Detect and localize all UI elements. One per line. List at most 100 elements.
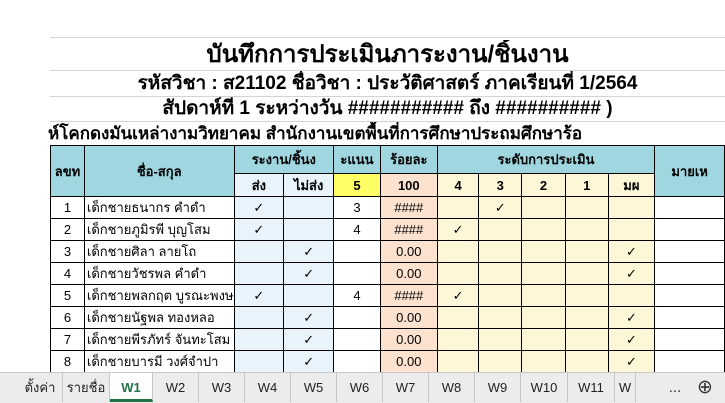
cell-no[interactable]: 7 — [50, 328, 85, 351]
cell-level-1[interactable] — [564, 218, 609, 241]
cell-percent[interactable]: 0.00 — [379, 240, 438, 263]
cell-level-3[interactable] — [478, 262, 523, 285]
cell-sent[interactable]: ✓ — [233, 196, 285, 219]
cell-level-fail[interactable] — [607, 218, 656, 241]
cell-notsent[interactable]: ✓ — [283, 306, 335, 329]
cell-note[interactable] — [654, 350, 725, 372]
col-header-name[interactable]: ชื่อ-สกุล — [83, 145, 235, 197]
cell-level-4[interactable] — [436, 306, 480, 329]
cell-score[interactable]: 4 — [333, 218, 381, 241]
cell-percent[interactable]: 0.00 — [379, 306, 438, 329]
cell-score[interactable] — [333, 350, 381, 372]
cell-percent[interactable]: 0.00 — [379, 262, 438, 285]
cell-level-2[interactable] — [521, 306, 566, 329]
col-header-level-2[interactable]: 2 — [521, 173, 566, 197]
cell-level-4[interactable] — [436, 350, 480, 372]
cell-level-fail[interactable]: ✓ — [607, 240, 656, 263]
cell-no[interactable]: 4 — [50, 262, 85, 285]
cell-level-4[interactable] — [436, 196, 480, 219]
cell-note[interactable] — [654, 196, 725, 219]
tab-w6[interactable]: W6 — [337, 373, 383, 402]
cell-level-1[interactable] — [564, 284, 609, 307]
cell-level-3[interactable] — [478, 306, 523, 329]
cell-sent[interactable] — [233, 306, 285, 329]
cell-level-1[interactable] — [564, 196, 609, 219]
col-header-max[interactable]: 5 — [333, 173, 381, 197]
cell-note[interactable] — [654, 262, 725, 285]
cell-notsent[interactable] — [283, 218, 335, 241]
cell-no[interactable]: 1 — [50, 196, 85, 219]
cell-level-3[interactable]: ✓ — [478, 196, 523, 219]
cell-level-1[interactable] — [564, 262, 609, 285]
cell-level-3[interactable] — [478, 218, 523, 241]
cell-level-2[interactable] — [521, 262, 566, 285]
cell-sent[interactable] — [233, 328, 285, 351]
cell-level-1[interactable] — [564, 350, 609, 372]
cell-level-fail[interactable]: ✓ — [607, 306, 656, 329]
cell-sent[interactable]: ✓ — [233, 284, 285, 307]
add-sheet-icon[interactable]: ⊕ — [692, 373, 718, 402]
cell-note[interactable] — [654, 240, 725, 263]
cell-name[interactable]: เด็กชายนัฐพล ทองหลอ — [83, 306, 235, 329]
cell-notsent[interactable] — [283, 284, 335, 307]
spreadsheet-area[interactable]: บันทึกการประเมินภาระงาน/ชิ้นงาน รหัสวิชา… — [0, 0, 725, 372]
cell-score[interactable] — [333, 262, 381, 285]
cell-percent[interactable]: #### — [379, 196, 438, 219]
col-header-notsent[interactable]: ไม่ส่ง — [283, 173, 335, 197]
tab-w5[interactable]: W5 — [291, 373, 337, 402]
cell-name[interactable]: เด็กชายธนากร คำดำ — [83, 196, 235, 219]
cell-percent[interactable]: 0.00 — [379, 328, 438, 351]
cell-score[interactable]: 4 — [333, 284, 381, 307]
tab-w2[interactable]: W2 — [153, 373, 199, 402]
cell-level-1[interactable] — [564, 240, 609, 263]
tab-settings[interactable]: ตั้งค่า — [18, 373, 63, 402]
cell-no[interactable]: 3 — [50, 240, 85, 263]
cell-sent[interactable] — [233, 262, 285, 285]
cell-no[interactable]: 5 — [50, 284, 85, 307]
col-header-level-4[interactable]: 4 — [436, 173, 480, 197]
cell-percent[interactable]: #### — [379, 284, 438, 307]
cell-note[interactable] — [654, 218, 725, 241]
tab-w8[interactable]: W8 — [429, 373, 475, 402]
cell-no[interactable]: 2 — [50, 218, 85, 241]
cell-level-2[interactable] — [521, 284, 566, 307]
cell-score[interactable] — [333, 328, 381, 351]
tab-w11[interactable]: W11 — [568, 373, 615, 402]
tab-w10[interactable]: W10 — [521, 373, 568, 402]
cell-name[interactable]: เด็กชายศิลา ลายโถ — [83, 240, 235, 263]
cell-percent[interactable]: #### — [379, 218, 438, 241]
col-header-score[interactable]: ะแนน — [333, 145, 381, 174]
cell-note[interactable] — [654, 306, 725, 329]
cell-notsent[interactable]: ✓ — [283, 240, 335, 263]
col-header-level-1[interactable]: 1 — [564, 173, 609, 197]
tab-names[interactable]: รายชื่อ — [63, 373, 110, 402]
tab-w9[interactable]: W9 — [475, 373, 521, 402]
cell-level-2[interactable] — [521, 328, 566, 351]
cell-level-2[interactable] — [521, 350, 566, 372]
cell-sent[interactable] — [233, 350, 285, 372]
cell-level-4[interactable] — [436, 240, 480, 263]
cell-level-4[interactable] — [436, 262, 480, 285]
cell-percent[interactable]: 0.00 — [379, 350, 438, 372]
cell-level-fail[interactable] — [607, 196, 656, 219]
cell-score[interactable] — [333, 240, 381, 263]
cell-name[interactable]: เด็กชายพีรภัทร์ จันทะโสม — [83, 328, 235, 351]
tab-w7[interactable]: W7 — [383, 373, 429, 402]
cell-note[interactable] — [654, 284, 725, 307]
cell-notsent[interactable]: ✓ — [283, 350, 335, 372]
col-header-submit[interactable]: ระงาน/ชิ้นง — [233, 145, 335, 174]
cell-level-fail[interactable]: ✓ — [607, 262, 656, 285]
cell-notsent[interactable] — [283, 196, 335, 219]
tab-w3[interactable]: W3 — [199, 373, 245, 402]
cell-level-3[interactable] — [478, 284, 523, 307]
cell-score[interactable] — [333, 306, 381, 329]
cell-name[interactable]: เด็กชายภูมิรพี บุญโสม — [83, 218, 235, 241]
cell-name[interactable]: เด็กชายวัชรพล คำดำ — [83, 262, 235, 285]
cell-note[interactable] — [654, 328, 725, 351]
col-header-no[interactable]: ลขท — [50, 145, 85, 197]
cell-level-1[interactable] — [564, 306, 609, 329]
cell-level-3[interactable] — [478, 350, 523, 372]
col-header-level-3[interactable]: 3 — [478, 173, 523, 197]
cell-notsent[interactable]: ✓ — [283, 262, 335, 285]
cell-level-1[interactable] — [564, 328, 609, 351]
